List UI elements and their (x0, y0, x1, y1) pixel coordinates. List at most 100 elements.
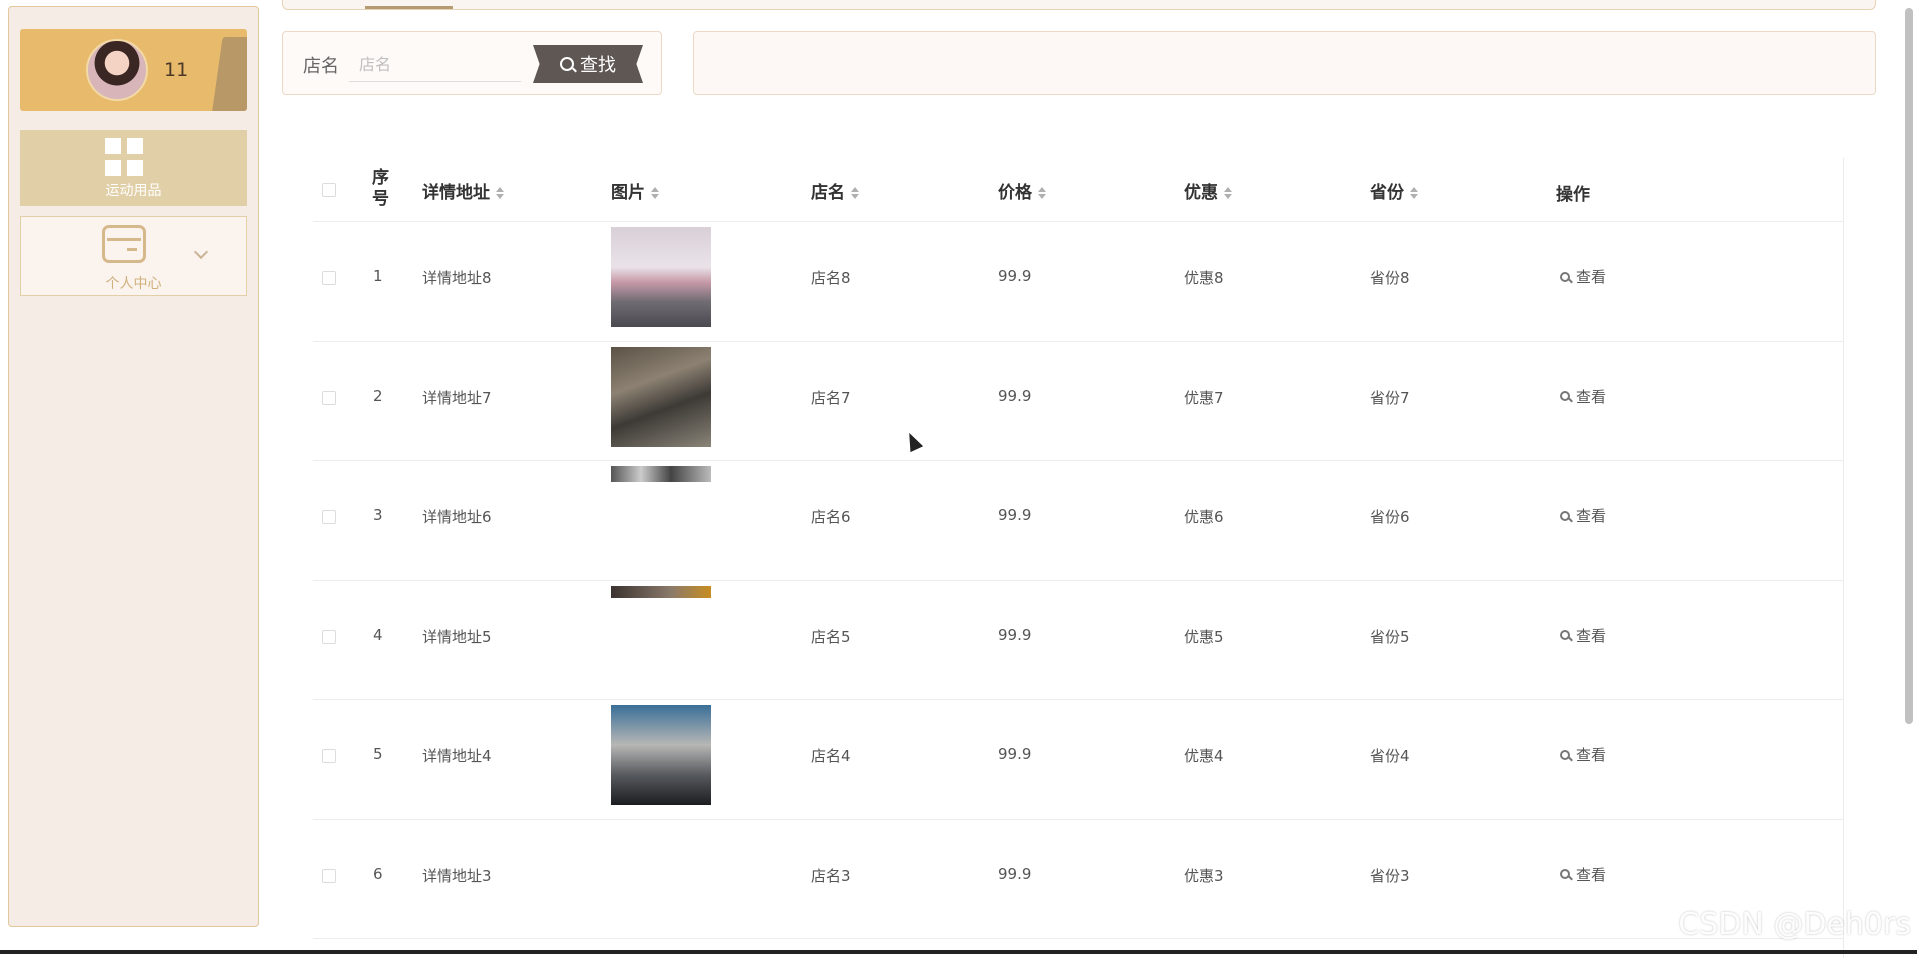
cell-index: 5 (373, 745, 383, 763)
row-checkbox[interactable] (322, 271, 336, 285)
view-button[interactable]: 查看 (1560, 744, 1606, 765)
cell-address: 详情地址4 (422, 745, 492, 766)
action-panel (693, 31, 1876, 95)
cell-province: 省份6 (1370, 506, 1410, 527)
search-panel: 店名 查找 (282, 31, 662, 95)
grid-icon (105, 138, 143, 176)
cell-price: 99.9 (998, 626, 1031, 644)
cell-price: 99.9 (998, 865, 1031, 883)
sort-icon (1224, 187, 1232, 199)
header-province[interactable]: 省份 (1370, 178, 1418, 203)
watermark: CSDN @Deh0rs (1678, 907, 1911, 942)
row-checkbox[interactable] (322, 391, 336, 405)
view-button[interactable]: 查看 (1560, 625, 1606, 646)
active-tab-indicator (365, 6, 453, 9)
page-scrollbar[interactable] (1905, 8, 1913, 724)
search-label: 店名 (303, 52, 339, 78)
view-button[interactable]: 查看 (1560, 505, 1606, 526)
cell-discount: 优惠8 (1184, 267, 1224, 288)
row-checkbox[interactable] (322, 630, 336, 644)
cell-store: 店名7 (811, 387, 851, 408)
cell-index: 2 (373, 387, 383, 405)
view-button[interactable]: 查看 (1560, 864, 1606, 885)
cell-discount: 优惠6 (1184, 506, 1224, 527)
header-index: 序号 (372, 168, 394, 210)
search-button[interactable]: 查找 (533, 45, 643, 83)
sort-icon (1038, 187, 1046, 199)
search-icon (1560, 272, 1570, 282)
product-image (611, 705, 711, 805)
table-header: 序号 详情地址 图片 店名 价格 优惠 省份 操作 (313, 158, 1844, 222)
sidebar-item-label: 运动用品 (20, 180, 247, 200)
cell-index: 1 (373, 267, 383, 285)
cell-discount: 优惠7 (1184, 387, 1224, 408)
table-row: 3 详情地址6 店名6 99.9 优惠6 省份6 查看 (313, 461, 1844, 581)
product-image (611, 227, 711, 327)
header-image[interactable]: 图片 (611, 178, 659, 203)
product-image (611, 347, 711, 447)
cell-price: 99.9 (998, 387, 1031, 405)
search-icon (1560, 391, 1570, 401)
chevron-down-icon[interactable] (194, 245, 208, 259)
row-checkbox[interactable] (322, 869, 336, 883)
cell-address: 详情地址6 (422, 506, 492, 527)
cell-store: 店名3 (811, 865, 851, 886)
sidebar-item-sports-goods[interactable]: 运动用品 (20, 130, 247, 206)
select-all-checkbox[interactable] (322, 183, 336, 197)
sidebar: 11 运动用品 个人中心 (8, 6, 259, 927)
cell-store: 店名4 (811, 745, 851, 766)
row-checkbox[interactable] (322, 510, 336, 524)
user-card[interactable]: 11 (20, 29, 247, 111)
view-button-label: 查看 (1576, 266, 1606, 287)
table-row: 4 详情地址5 店名5 99.9 优惠5 省份5 查看 (313, 581, 1844, 701)
card-icon (102, 225, 146, 263)
cell-index: 6 (373, 865, 383, 883)
cell-price: 99.9 (998, 267, 1031, 285)
search-button-label: 查找 (580, 51, 616, 77)
view-button-label: 查看 (1576, 864, 1606, 885)
view-button[interactable]: 查看 (1560, 266, 1606, 287)
cell-store: 店名8 (811, 267, 851, 288)
sort-icon (651, 187, 659, 199)
avatar[interactable] (86, 39, 148, 101)
store-name-input[interactable] (349, 48, 521, 82)
header-store[interactable]: 店名 (811, 178, 859, 203)
product-image (611, 466, 711, 482)
cell-address: 详情地址8 (422, 267, 492, 288)
user-name: 11 (164, 59, 188, 81)
cell-province: 省份8 (1370, 267, 1410, 288)
search-icon (1560, 869, 1570, 879)
header-address[interactable]: 详情地址 (422, 178, 504, 203)
view-button-label: 查看 (1576, 625, 1606, 646)
search-icon (1560, 750, 1570, 760)
product-image (611, 586, 711, 598)
cell-address: 详情地址3 (422, 865, 492, 886)
table-row: 6 详情地址3 店名3 99.9 优惠3 省份3 查看 (313, 820, 1844, 940)
cell-address: 详情地址7 (422, 387, 492, 408)
cell-index: 3 (373, 506, 383, 524)
sort-icon (496, 187, 504, 199)
cell-discount: 优惠4 (1184, 745, 1224, 766)
cell-province: 省份5 (1370, 626, 1410, 647)
cell-price: 99.9 (998, 506, 1031, 524)
view-button-label: 查看 (1576, 505, 1606, 526)
cell-province: 省份4 (1370, 745, 1410, 766)
search-icon (1560, 630, 1570, 640)
search-icon (560, 57, 574, 71)
data-table: 序号 详情地址 图片 店名 价格 优惠 省份 操作 1 详情地址8 店名8 99… (313, 158, 1844, 939)
sidebar-item-personal-center[interactable]: 个人中心 (20, 216, 247, 296)
cell-store: 店名5 (811, 626, 851, 647)
cell-price: 99.9 (998, 745, 1031, 763)
cell-discount: 优惠5 (1184, 626, 1224, 647)
header-price[interactable]: 价格 (998, 178, 1046, 203)
row-checkbox[interactable] (322, 749, 336, 763)
view-button-label: 查看 (1576, 386, 1606, 407)
table-row: 1 详情地址8 店名8 99.9 优惠8 省份8 查看 (313, 222, 1844, 342)
view-button[interactable]: 查看 (1560, 386, 1606, 407)
view-button-label: 查看 (1576, 744, 1606, 765)
table-row: 2 详情地址7 店名7 99.9 优惠7 省份7 查看 (313, 342, 1844, 462)
sort-icon (851, 187, 859, 199)
search-icon (1560, 511, 1570, 521)
bottom-bar (0, 950, 1917, 954)
header-discount[interactable]: 优惠 (1184, 178, 1232, 203)
